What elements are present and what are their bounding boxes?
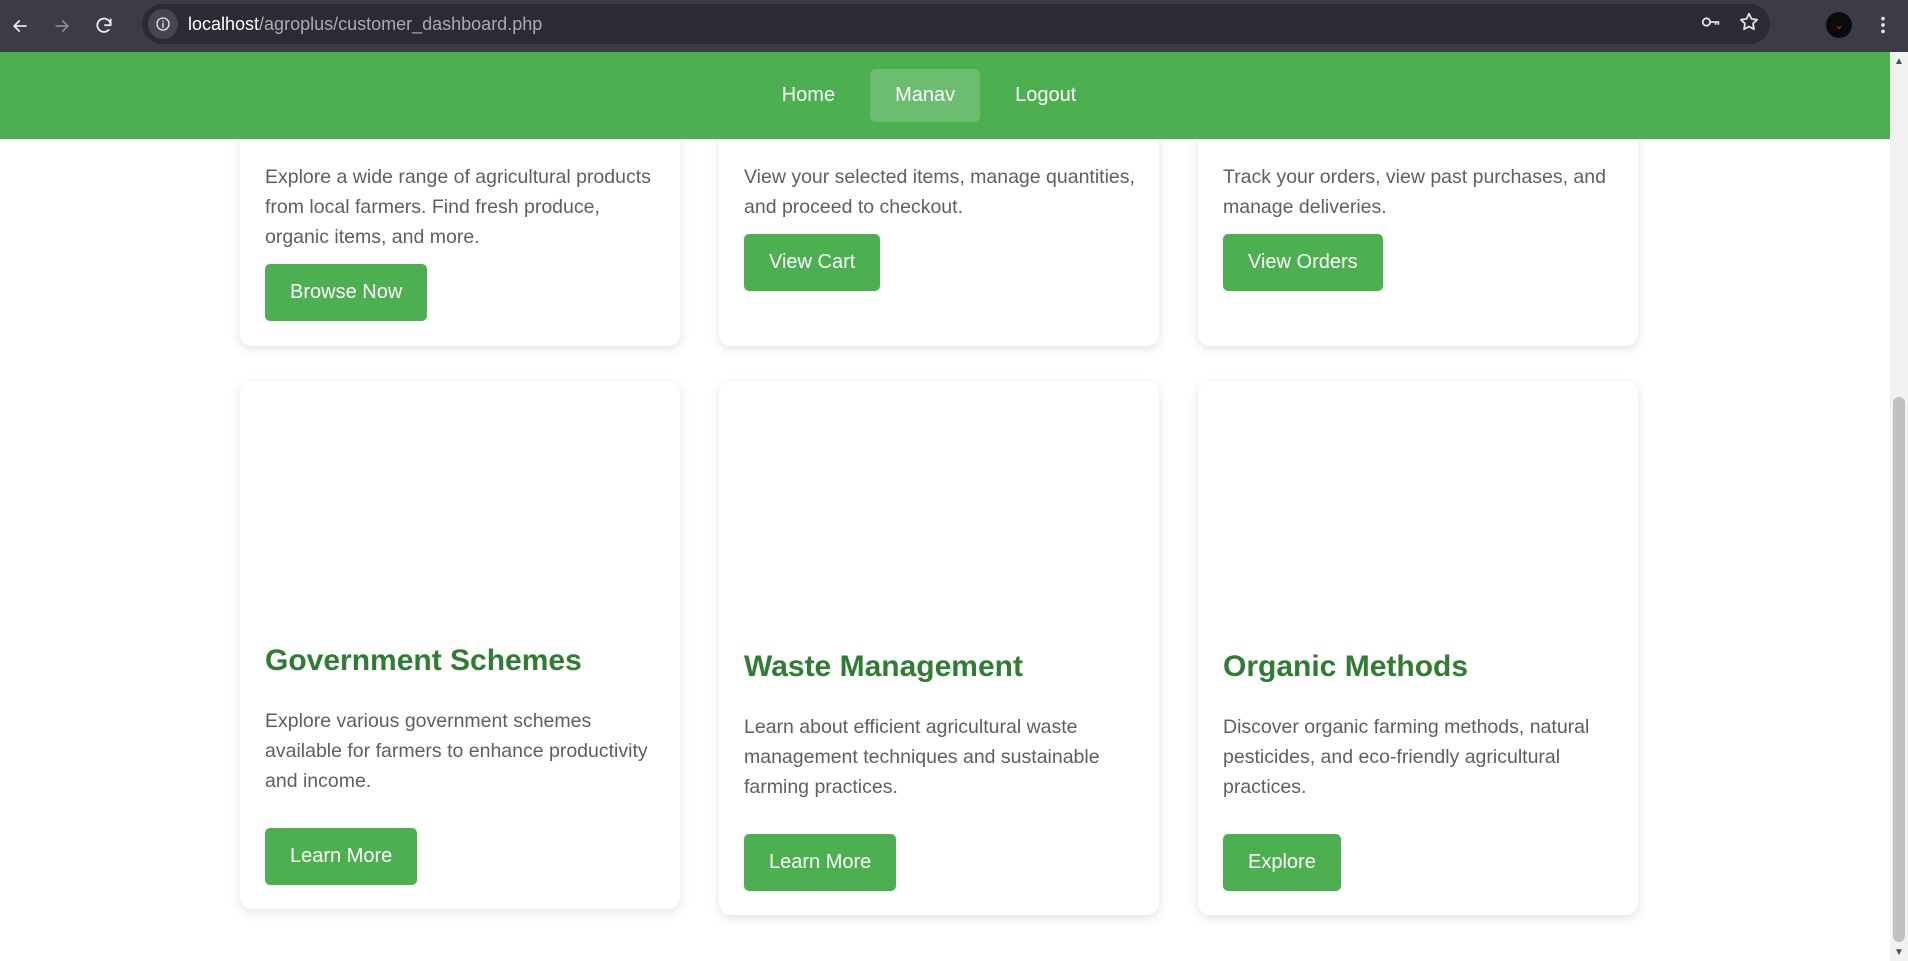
page-viewport: Home Manav Logout Explore a wide range o… [0,52,1890,961]
back-button[interactable] [6,12,34,40]
browse-now-button[interactable]: Browse Now [265,264,428,321]
top-navbar: Home Manav Logout [0,52,1890,139]
arrow-left-icon [13,20,27,32]
reload-icon [96,17,112,33]
url-path: /agroplus/customer_dashboard.php [259,13,543,34]
view-orders-button[interactable]: View Orders [1223,234,1383,291]
learn-more-schemes-button[interactable]: Learn More [265,828,418,885]
nav-home-link[interactable]: Home [757,69,860,122]
address-bar[interactable]: localhost/agroplus/customer_dashboard.ph… [142,4,1770,44]
bookmark-button[interactable] [1738,11,1760,38]
password-key-button[interactable] [1700,11,1722,38]
browser-toolbar: localhost/agroplus/customer_dashboard.ph… [0,0,1908,52]
arrow-right-icon [55,20,69,32]
scrollbar-thumb[interactable] [1893,397,1905,942]
card-government-schemes: Government Schemes Explore various gover… [240,381,680,909]
card-waste-management: Waste Management Learn about efficient a… [719,381,1159,915]
nav-logout-link[interactable]: Logout [990,69,1101,122]
star-icon [1740,12,1758,30]
key-icon [1701,16,1720,27]
nav-user-link[interactable]: Manav [870,69,981,122]
url-text[interactable]: localhost/agroplus/customer_dashboard.ph… [188,14,542,35]
info-icon [156,17,170,31]
explore-organic-button[interactable]: Explore [1223,834,1341,891]
chevron-down-icon: ⌄ [1833,18,1845,32]
card-title: Government Schemes [265,644,582,677]
card-title: Waste Management [744,650,1023,683]
card-description: Explore a wide range of agricultural pro… [265,166,651,248]
url-host: localhost [188,13,260,34]
learn-more-waste-button[interactable]: Learn More [744,834,897,891]
card-description: Track your orders, view past purchases, … [1223,166,1606,218]
forward-button[interactable] [48,12,76,40]
page-scrollbar[interactable]: ▲ ▼ [1890,52,1908,961]
card-description: Discover organic farming methods, natura… [1223,716,1590,798]
card-description: Learn about efficient agricultural waste… [744,716,1100,798]
view-cart-button[interactable]: View Cart [744,234,881,291]
scroll-up-arrow-icon[interactable]: ▲ [1890,52,1908,70]
card-description: Explore various government schemes avail… [265,710,648,792]
site-info-button[interactable] [148,9,178,39]
kebab-menu-icon [1881,16,1885,34]
card-description: View your selected items, manage quantit… [744,166,1135,218]
scroll-down-arrow-icon[interactable]: ▼ [1890,943,1908,961]
card-organic-methods: Organic Methods Discover organic farming… [1198,381,1638,915]
card-title: Organic Methods [1223,650,1469,683]
reload-button[interactable] [90,12,118,40]
browser-menu-button[interactable] [1872,12,1894,43]
profile-avatar[interactable]: ⌄ [1826,12,1852,38]
